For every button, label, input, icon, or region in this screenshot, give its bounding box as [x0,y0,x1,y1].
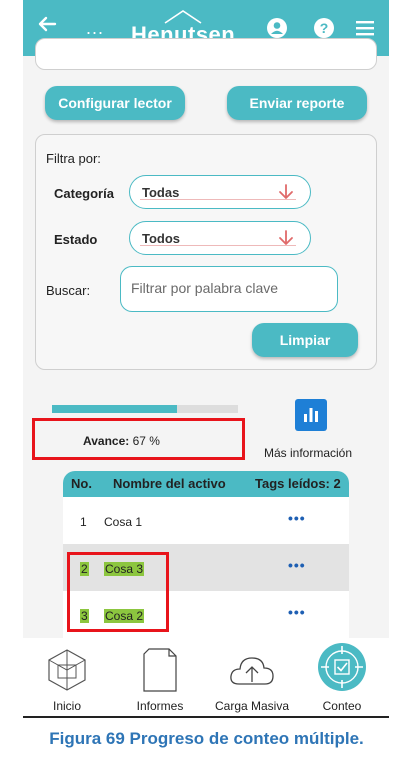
annotation-box-rows [67,552,169,632]
state-select[interactable]: Todos [129,221,311,255]
figure-caption: Figura 69 Progreso de conteo múltiple. [49,729,364,748]
header-tags: Tags leídos: 2 [255,476,341,491]
help-button[interactable]: ? [313,17,335,39]
search-label: Buscar: [46,283,91,298]
filter-title: Filtra por: [46,151,101,166]
annotation-box-progress [32,418,245,460]
nav-label: Informes [136,699,184,713]
count-target-icon [318,643,366,691]
menu-button[interactable] [354,17,376,39]
nav-label: Conteo [322,699,362,713]
row-more-button[interactable]: ••• [288,510,306,526]
nav-informes[interactable]: Informes [125,638,195,713]
home-cube-icon [48,649,86,691]
search-box[interactable] [120,266,338,312]
progress-bar [52,405,238,413]
row-more-button[interactable]: ••• [288,604,306,620]
row-more-button[interactable]: ••• [288,557,306,573]
state-value: Todos [142,231,181,246]
user-icon [267,18,287,38]
select-underline [140,199,296,200]
arrow-down-icon [279,184,293,199]
arrow-left-icon [38,16,57,32]
back-button[interactable] [37,14,57,40]
cloud-upload-icon [230,657,274,685]
more-button[interactable]: ... [86,18,104,39]
search-input[interactable] [131,280,331,296]
table-header: No. Nombre del activo Tags leídos: 2 [63,471,349,497]
header-name: Nombre del activo [113,476,226,491]
user-button[interactable] [266,17,288,39]
nav-label: Inicio [52,699,81,713]
menu-icon [356,21,374,36]
more-info-label[interactable]: Más información [264,446,352,460]
row-name: Cosa 1 [104,515,143,529]
send-report-button[interactable]: Enviar reporte [227,86,367,120]
select-underline [140,245,296,246]
bottom-nav: Inicio Informes Carga Masiva Conteo [23,638,389,716]
bar-chart-icon [304,408,318,422]
category-value: Todas [142,185,180,200]
header-no: No. [71,476,92,491]
nav-inicio[interactable]: Inicio [35,638,99,713]
configure-reader-button[interactable]: Configurar lector [45,86,185,120]
nav-label: Carga Masiva [214,699,290,713]
svg-text:?: ? [320,20,329,36]
nav-conteo[interactable]: Conteo [311,638,373,713]
filter-card: Filtra por: Categoría Todas Estado Todos… [35,134,377,370]
row-number: 1 [80,515,87,529]
nav-carga-masiva[interactable]: Carga Masiva [209,638,295,713]
clear-button[interactable]: Limpiar [252,323,358,357]
category-select[interactable]: Todas [129,175,311,209]
progress-fill [52,405,177,413]
clipped-card [35,38,377,70]
category-label: Categoría [54,186,114,201]
more-info-button[interactable] [295,399,327,431]
app-frame: ... Henutsen ? Configurar lector Enviar … [23,0,389,718]
help-icon: ? [314,18,334,38]
arrow-down-icon [279,230,293,245]
state-label: Estado [54,232,98,247]
document-icon [143,648,177,692]
table-row[interactable]: 1 Cosa 1 ••• [63,497,349,544]
